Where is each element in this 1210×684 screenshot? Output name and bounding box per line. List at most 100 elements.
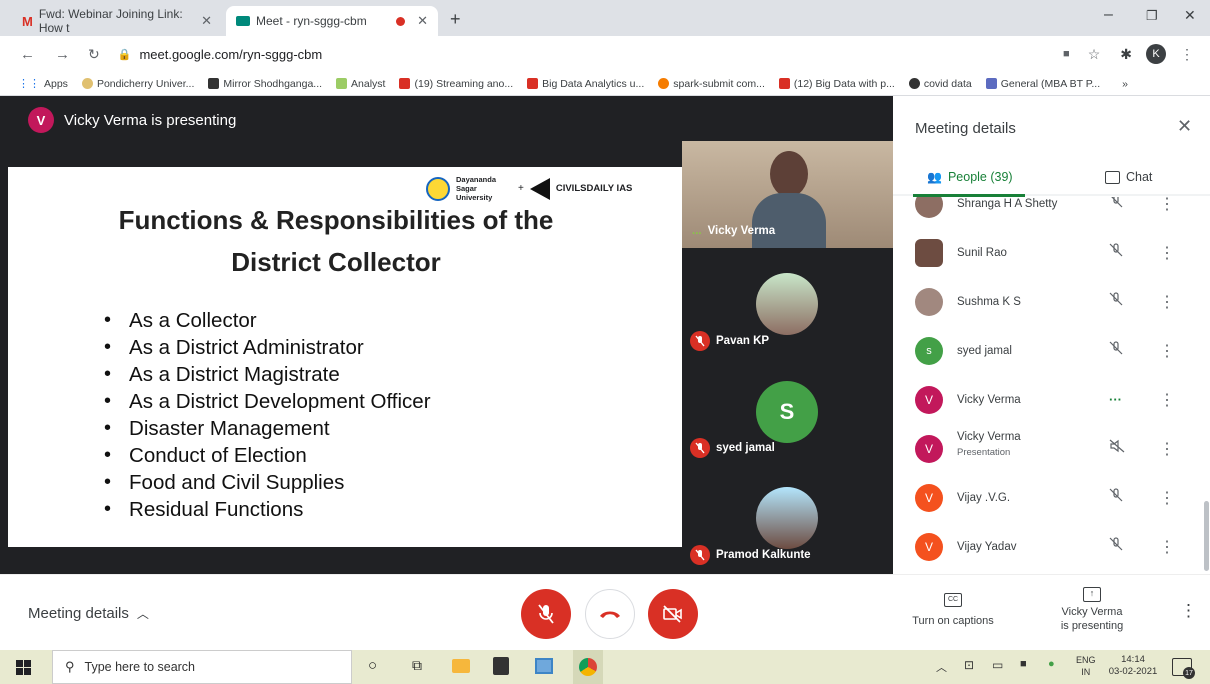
- more-options-icon[interactable]: ⋮: [1159, 341, 1175, 361]
- more-options-icon[interactable]: ⋮: [1159, 390, 1175, 410]
- captions-button[interactable]: CC Turn on captions: [905, 593, 1001, 627]
- participant-row[interactable]: V Vicky Verma Presentation ⋮: [893, 424, 1210, 473]
- close-tab-icon[interactable]: ✕: [417, 13, 428, 29]
- mic-off-icon: [690, 438, 710, 458]
- recording-dot-icon: [396, 16, 406, 26]
- profile-avatar[interactable]: K: [1146, 44, 1166, 64]
- bookmark-label: Apps: [44, 77, 68, 90]
- windows-taskbar: ⚲ Type here to search ○ ⧉ ︿ ⊡ ▭ ■ ● ENG …: [0, 650, 1210, 684]
- mic-toggle-button[interactable]: [521, 589, 571, 639]
- tab-title: Meet - ryn-sggg-cbm: [256, 14, 367, 28]
- gmail-icon: M: [22, 13, 33, 29]
- windows-start-icon[interactable]: [16, 660, 31, 675]
- speaking-indicator-icon: ···: [1109, 392, 1122, 407]
- presentation-slide: Dayananda Sagar University + CIVILSDAILY…: [8, 167, 682, 547]
- bookmark-analyst[interactable]: Analyst: [336, 78, 385, 90]
- tab-chat[interactable]: Chat: [1105, 170, 1152, 184]
- participant-row[interactable]: V Vicky Verma ··· ⋮: [893, 375, 1210, 424]
- reload-icon[interactable]: ↻: [88, 46, 100, 63]
- bookmark-general[interactable]: General (MBA BT P...: [985, 78, 1100, 90]
- more-options-icon[interactable]: ⋮: [1159, 439, 1175, 459]
- person-body: [752, 193, 826, 248]
- cortana-icon[interactable]: ○: [368, 657, 377, 674]
- more-options-icon[interactable]: ⋮: [1159, 488, 1175, 508]
- star-icon[interactable]: ☆: [1088, 46, 1101, 63]
- new-tab-button[interactable]: +: [450, 9, 461, 30]
- minimize-button[interactable]: –: [1104, 6, 1113, 24]
- youtube-icon: [399, 78, 411, 89]
- participant-name: Vicky Verma: [957, 393, 1021, 406]
- more-options-icon[interactable]: ⋮: [1159, 197, 1175, 214]
- more-options-icon[interactable]: ⋮: [1180, 601, 1197, 621]
- participant-row[interactable]: Shranga H A Shetty ⋮: [893, 197, 1210, 228]
- bookmark-spark[interactable]: spark-submit com...: [658, 78, 765, 90]
- meeting-details-button[interactable]: Meeting details ︿: [28, 605, 149, 622]
- network-icon[interactable]: ▭: [992, 658, 1003, 672]
- browser-menu-icon[interactable]: ⋮: [1180, 46, 1194, 63]
- forward-icon[interactable]: →: [55, 46, 70, 63]
- file-explorer-icon[interactable]: [452, 659, 470, 673]
- antivirus-icon[interactable]: ●: [1048, 658, 1055, 670]
- leave-call-button[interactable]: [585, 589, 635, 639]
- app-icon[interactable]: [535, 658, 553, 674]
- close-window-button[interactable]: ✕: [1184, 7, 1196, 24]
- close-tab-icon[interactable]: ✕: [201, 13, 212, 29]
- back-icon[interactable]: ←: [20, 46, 35, 63]
- notifications-icon[interactable]: 17: [1172, 658, 1195, 679]
- extensions-icon[interactable]: ✱: [1120, 46, 1132, 63]
- region-code: IN: [1081, 667, 1091, 677]
- battery-icon[interactable]: ■: [1020, 658, 1027, 670]
- task-view-icon[interactable]: ⧉: [412, 657, 422, 674]
- close-panel-icon[interactable]: ✕: [1177, 116, 1192, 137]
- participant-name: Sunil Rao: [957, 246, 1007, 259]
- participant-avatar: V: [915, 483, 943, 512]
- restore-button[interactable]: ❐: [1146, 8, 1158, 24]
- logo-text-university: Dayananda Sagar University: [456, 175, 497, 202]
- bookmark-label: Mirror Shodhganga...: [223, 77, 323, 90]
- presenting-button[interactable]: ↑ Vicky Verma is presenting: [1044, 587, 1140, 632]
- phone-hangup-icon: [600, 611, 620, 618]
- participant-row[interactable]: V Vijay Yadav ⋮: [893, 522, 1210, 571]
- slide-bullet: • Disaster Management: [104, 417, 330, 440]
- language-indicator[interactable]: ENG IN: [1076, 654, 1096, 678]
- bookmark-label: (19) Streaming ano...: [414, 77, 514, 90]
- participant-row[interactable]: s syed jamal ⋮: [893, 326, 1210, 375]
- panel-scrollbar[interactable]: [1204, 501, 1209, 571]
- captions-label: Turn on captions: [912, 615, 994, 627]
- camera-off-icon: [663, 605, 682, 623]
- bookmark-bigdata-python[interactable]: (12) Big Data with p...: [778, 78, 895, 90]
- presenting-label-1: Vicky Verma: [1061, 606, 1123, 618]
- slide-bullet: • Residual Functions: [104, 498, 304, 521]
- participant-row[interactable]: V Vijay .V.G. ⋮: [893, 473, 1210, 522]
- participant-avatar: [915, 197, 943, 218]
- store-icon[interactable]: [493, 657, 509, 675]
- more-options-icon[interactable]: ⋮: [1159, 537, 1175, 557]
- analyst-icon: [336, 78, 348, 89]
- bookmark-apps[interactable]: ⋮⋮ Apps: [18, 77, 68, 91]
- bookmark-bigdata[interactable]: Big Data Analytics u...: [527, 78, 644, 90]
- bookmark-streaming[interactable]: (19) Streaming ano...: [399, 78, 513, 90]
- chrome-taskbar-button[interactable]: [573, 650, 603, 684]
- tab-gmail[interactable]: M Fwd: Webinar Joining Link: How t ✕: [12, 6, 222, 36]
- bookmark-shodhganga[interactable]: Mirror Shodhganga...: [208, 78, 322, 90]
- taskbar-search[interactable]: ⚲ Type here to search: [52, 650, 352, 684]
- video-tile-vicky[interactable]: ... Vicky Verma: [682, 141, 893, 248]
- participant-row[interactable]: Sunil Rao ⋮: [893, 228, 1210, 277]
- tab-meet[interactable]: Meet - ryn-sggg-cbm ✕: [226, 6, 438, 36]
- clock[interactable]: 14:14 03-02-2021: [1108, 654, 1158, 678]
- bookmark-covid[interactable]: covid data: [908, 78, 972, 90]
- participant-subtitle: Presentation: [957, 447, 1011, 458]
- more-options-icon[interactable]: ⋮: [1159, 292, 1175, 312]
- tab-people[interactable]: 👥 People (39): [927, 170, 1013, 184]
- show-hidden-icons[interactable]: ︿: [936, 659, 947, 675]
- camera-indicator-icon[interactable]: ■: [1063, 48, 1070, 60]
- participant-row[interactable]: Sushma K S ⋮: [893, 277, 1210, 326]
- slide-bullet: • Conduct of Election: [104, 444, 307, 467]
- bookmark-pondicherry[interactable]: Pondicherry Univer...: [81, 78, 194, 90]
- more-options-icon[interactable]: ⋮: [1159, 243, 1175, 263]
- slide-title-line2: District Collector: [231, 247, 441, 277]
- more-bookmarks-button[interactable]: »: [1122, 78, 1128, 90]
- url-field[interactable]: meet.google.com/ryn-sggg-cbm: [139, 47, 322, 62]
- meet-now-icon[interactable]: ⊡: [964, 658, 974, 672]
- camera-toggle-button[interactable]: [648, 589, 698, 639]
